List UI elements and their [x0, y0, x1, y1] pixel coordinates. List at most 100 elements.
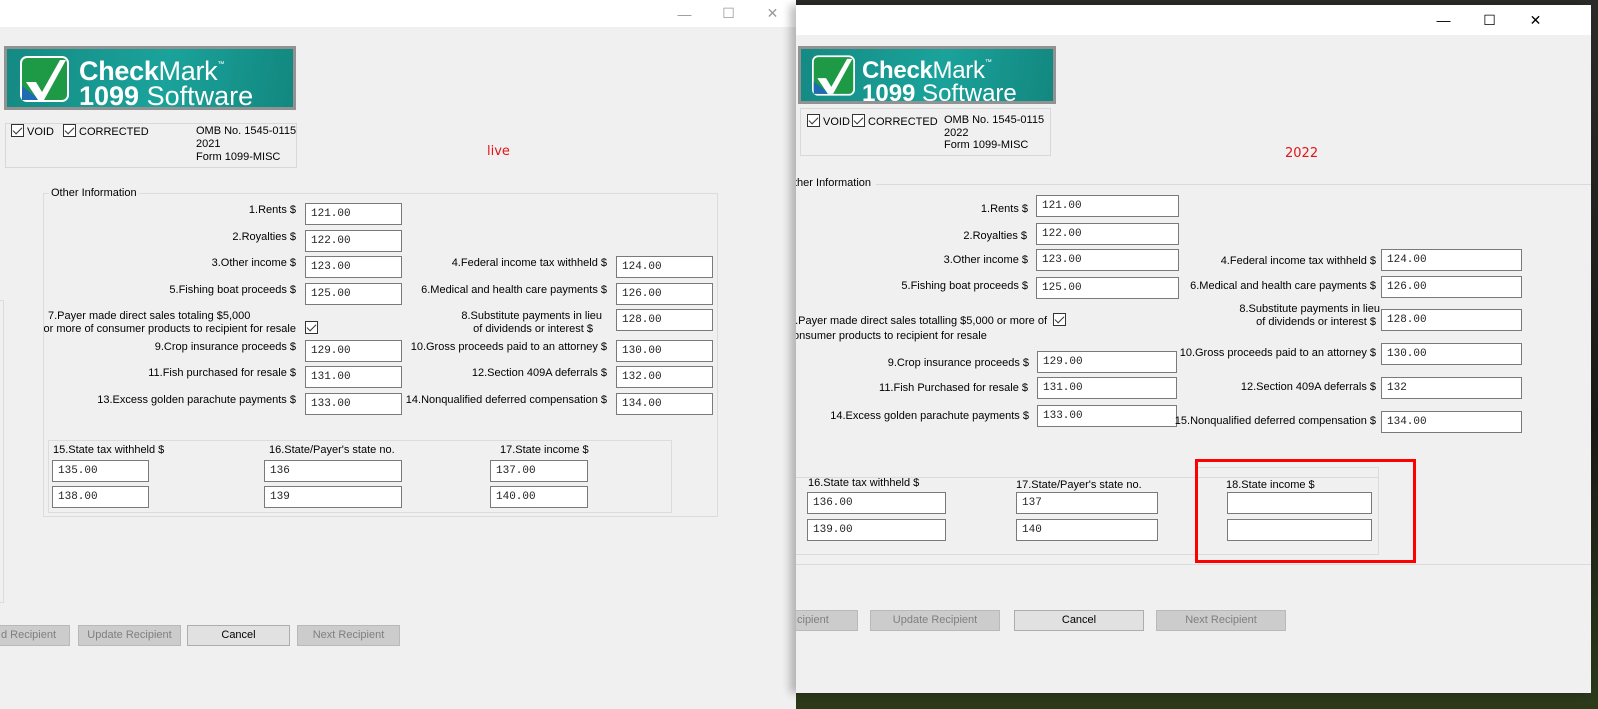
substitute-payments-label-line1: 8.Substitute payments in lieu — [461, 310, 602, 322]
minimize-button[interactable]: — — [1421, 5, 1466, 35]
check-icon — [1053, 313, 1066, 326]
group-title: Other Information — [49, 187, 139, 199]
omb-number: OMB No. 1545-0115 — [944, 114, 1045, 126]
fishing-boat-input[interactable]: 125.00 — [1036, 277, 1179, 299]
state-tax-withheld-input-1[interactable]: 135.00 — [52, 460, 149, 482]
royalties-input[interactable]: 122.00 — [1036, 223, 1179, 245]
rents-label: 1.Rents $ — [248, 204, 296, 216]
void-checkbox[interactable]: VOID — [807, 114, 850, 128]
form-name: Form 1099-MISC — [196, 151, 281, 163]
state-payer-no-input-1[interactable]: 136 — [264, 460, 402, 482]
attorney-proceeds-input[interactable]: 130.00 — [1381, 343, 1522, 365]
minimize-icon: — — [677, 5, 692, 22]
royalties-label: 2.Royalties $ — [963, 230, 1027, 242]
state-tax-withheld-input-1[interactable]: 136.00 — [807, 492, 946, 514]
void-label: VOID — [27, 126, 54, 138]
check-icon — [11, 124, 24, 137]
corrected-label: CORRECTED — [868, 116, 938, 128]
section-409a-input[interactable]: 132 — [1381, 377, 1522, 399]
rents-input[interactable]: 121.00 — [305, 203, 402, 225]
form-window-2022: — ☐ ✕ CheckMark™ 1099 Software VOID CORR… — [796, 5, 1591, 693]
direct-sales-label-line1: 7.Payer made direct sales totaling $5,00… — [48, 310, 251, 322]
update-recipient-button[interactable]: Update Recipient — [870, 610, 1000, 631]
maximize-button[interactable]: ☐ — [706, 0, 751, 27]
tax-year: 2021 — [196, 138, 221, 150]
logo-line2-light: Software — [139, 81, 254, 111]
other-income-input[interactable]: 123.00 — [305, 256, 402, 278]
section-409a-input[interactable]: 132.00 — [616, 366, 713, 388]
direct-sales-checkbox[interactable] — [305, 321, 321, 335]
substitute-payments-input[interactable]: 128.00 — [616, 309, 713, 331]
cancel-button[interactable]: Cancel — [187, 625, 290, 646]
checkmark-logo: CheckMark™ 1099 Software — [798, 46, 1056, 107]
direct-sales-label-line2: or more of consumer products to recipien… — [43, 323, 296, 335]
maximize-button[interactable]: ☐ — [1467, 5, 1512, 35]
corrected-checkbox[interactable]: CORRECTED — [852, 114, 938, 128]
minimize-button[interactable]: — — [662, 0, 707, 27]
next-recipient-button[interactable]: Next Recipient — [1156, 610, 1286, 631]
nonqualified-comp-label: 15.Nonqualified deferred compensation $ — [1174, 415, 1376, 427]
logo-tm: ™ — [984, 59, 992, 66]
check-icon — [63, 124, 76, 137]
state-payer-no-input-1[interactable]: 137 — [1016, 492, 1158, 514]
close-icon: ✕ — [766, 5, 779, 21]
logo-line2-bold: 1099 — [862, 80, 916, 107]
logo-line2-bold: 1099 — [79, 81, 140, 111]
state-tax-withheld-input-2[interactable]: 139.00 — [807, 519, 946, 541]
logo-tm: ™ — [217, 61, 225, 68]
medical-input[interactable]: 126.00 — [616, 283, 713, 305]
void-checkbox[interactable]: VOID — [11, 124, 54, 138]
federal-tax-input[interactable]: 124.00 — [1381, 249, 1522, 271]
close-button[interactable]: ✕ — [750, 0, 795, 27]
next-recipient-button[interactable]: Next Recipient — [297, 625, 400, 646]
cancel-button[interactable]: Cancel — [1014, 610, 1144, 631]
other-income-label: 3.Other income $ — [211, 257, 296, 269]
close-button[interactable]: ✕ — [1513, 5, 1558, 35]
nonqualified-comp-input[interactable]: 134.00 — [1381, 411, 1522, 433]
checkmark-logo: CheckMark™ 1099 Software — [4, 46, 296, 110]
attorney-proceeds-input[interactable]: 130.00 — [616, 340, 713, 362]
royalties-input[interactable]: 122.00 — [305, 230, 402, 252]
federal-tax-label: 4.Federal income tax withheld $ — [451, 257, 607, 269]
golden-parachute-input[interactable]: 133.00 — [1037, 405, 1177, 427]
check-icon — [305, 321, 318, 334]
state-tax-withheld-input-2[interactable]: 138.00 — [52, 486, 149, 508]
medical-input[interactable]: 126.00 — [1381, 276, 1522, 298]
substitute-payments-input[interactable]: 128.00 — [1381, 309, 1522, 331]
close-icon: ✕ — [1529, 11, 1542, 28]
state-income-input-1[interactable]: 137.00 — [490, 460, 588, 482]
golden-parachute-input[interactable]: 133.00 — [305, 393, 402, 415]
minimize-icon: — — [1436, 12, 1451, 28]
update-recipient-button[interactable]: Update Recipient — [78, 625, 181, 646]
form-header-box: VOID CORRECTED OMB No. 1545-0115 2022 Fo… — [800, 108, 1051, 156]
group-title: ther Information — [796, 177, 872, 189]
rents-input[interactable]: 121.00 — [1036, 195, 1179, 217]
fishing-boat-label: 5.Fishing boat proceeds $ — [169, 284, 296, 296]
other-income-input[interactable]: 123.00 — [1036, 249, 1179, 271]
fish-purchased-input[interactable]: 131.00 — [305, 366, 402, 388]
nonqualified-comp-input[interactable]: 134.00 — [616, 393, 713, 415]
add-recipient-button[interactable]: d Recipient — [0, 625, 70, 646]
omb-number: OMB No. 1545-0115 — [196, 125, 297, 137]
substitute-payments-label-line2: of dividends or interest $ — [473, 323, 593, 335]
crop-insurance-input[interactable]: 129.00 — [305, 340, 402, 362]
crop-insurance-input[interactable]: 129.00 — [1037, 351, 1177, 373]
direct-sales-checkbox[interactable] — [1053, 313, 1069, 327]
state-income-input-2[interactable]: 140.00 — [490, 486, 588, 508]
fish-purchased-input[interactable]: 131.00 — [1037, 377, 1177, 399]
fishing-boat-input[interactable]: 125.00 — [305, 283, 402, 305]
fish-purchased-label: 11.Fish Purchased for resale $ — [879, 382, 1028, 394]
add-recipient-button[interactable]: cipient — [796, 610, 858, 631]
medical-label: 6.Medical and health care payments $ — [421, 284, 607, 296]
direct-sales-label-line1: '.Payer made direct sales totalling $5,0… — [796, 315, 1048, 327]
substitute-payments-label-line2: of dividends or interest $ — [1256, 316, 1376, 328]
federal-tax-input[interactable]: 124.00 — [616, 256, 713, 278]
corrected-checkbox[interactable]: CORRECTED — [63, 124, 149, 138]
checkmark-logo-icon — [812, 55, 855, 96]
outer-panel-edge — [0, 300, 4, 603]
maximize-icon: ☐ — [1483, 11, 1496, 28]
state-payer-no-input-2[interactable]: 139 — [264, 486, 402, 508]
tax-year: 2022 — [944, 127, 969, 139]
state-payer-no-input-2[interactable]: 140 — [1016, 519, 1158, 541]
attorney-proceeds-label: 10.Gross proceeds paid to an attorney $ — [410, 341, 607, 353]
